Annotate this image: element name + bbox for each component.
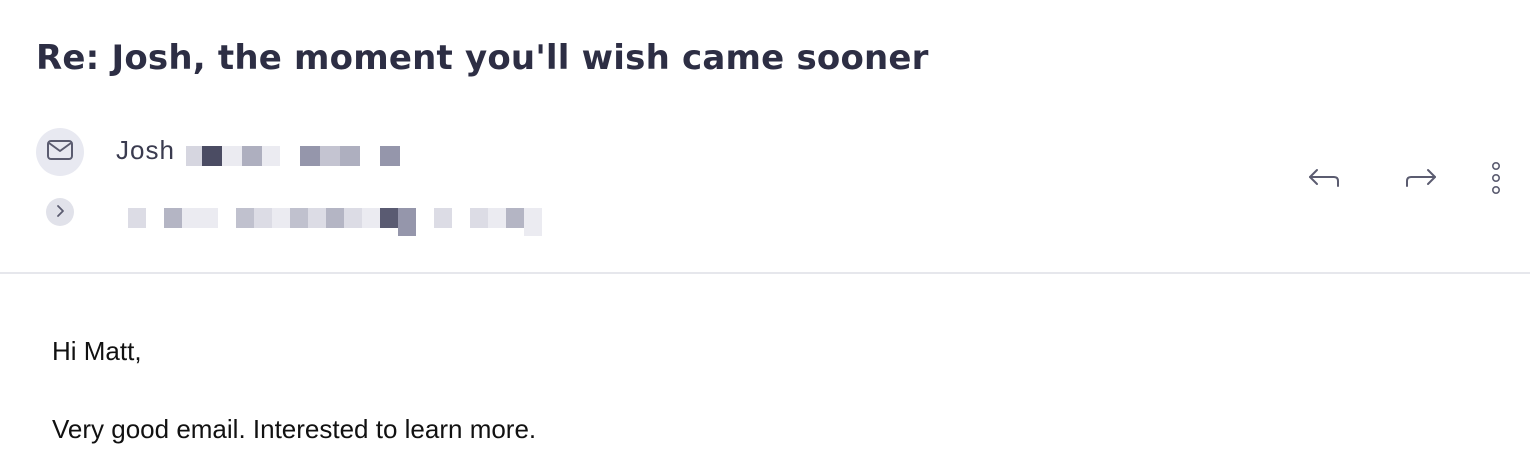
expand-recipients-button[interactable]: [46, 198, 74, 226]
header-divider: [0, 272, 1530, 274]
more-vertical-icon: [1490, 160, 1502, 200]
email-greeting: Hi Matt,: [52, 336, 142, 366]
recipients-redacted: [128, 208, 542, 236]
more-options-button[interactable]: [1476, 160, 1516, 200]
forward-button[interactable]: [1401, 160, 1441, 200]
email-header: Josh: [0, 120, 1530, 240]
email-actions: [1270, 160, 1530, 200]
chevron-right-icon: [54, 203, 66, 222]
sender-name: Josh: [116, 135, 175, 165]
envelope-icon: [46, 139, 74, 165]
reply-button[interactable]: [1304, 160, 1344, 200]
email-body-line: Very good email. Interested to learn mor…: [52, 414, 537, 444]
email-subject: Re: Josh, the moment you'll wish came so…: [36, 38, 929, 78]
reply-icon: [1306, 164, 1342, 196]
sender-avatar: [36, 128, 84, 176]
forward-icon: [1403, 164, 1439, 196]
sender-email-redacted: [186, 146, 400, 166]
